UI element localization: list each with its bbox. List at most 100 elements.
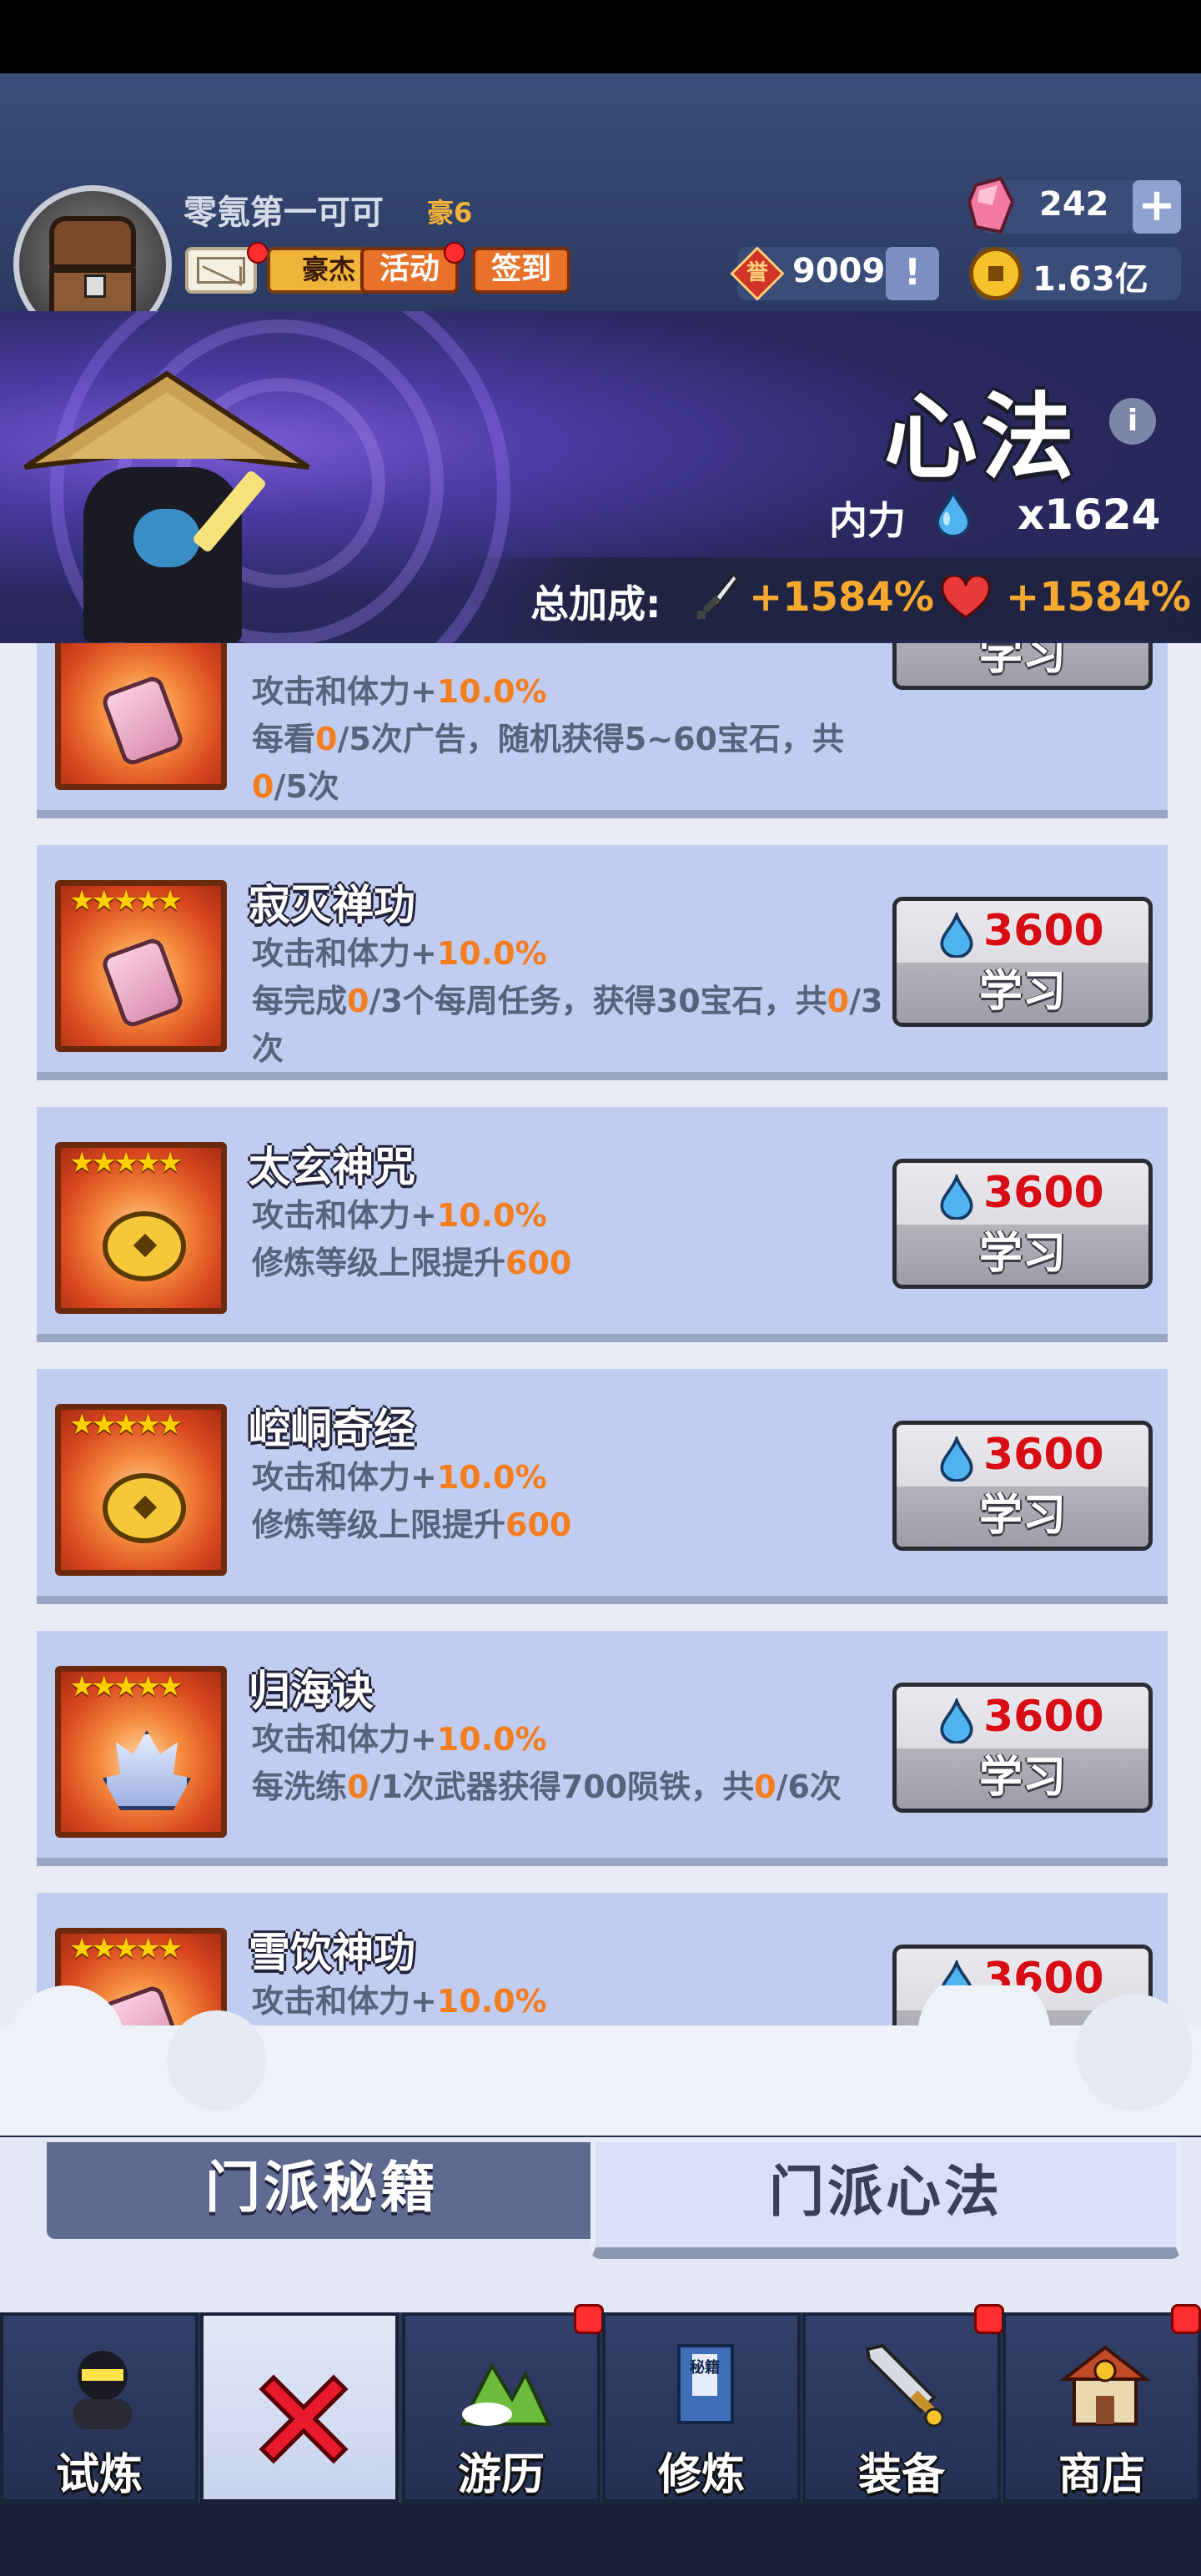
book-text-top: 秘籍 — [690, 2358, 720, 2377]
cloud-decoration — [0, 1985, 1201, 2136]
ninja-icon — [73, 2351, 132, 2429]
learn-button[interactable]: 3600 学习 — [892, 643, 1153, 690]
five-star-rating: ★★★★★ — [69, 1932, 183, 1965]
skill-description: 攻击和体力+10.0% 每看0/5次广告，随机获得5~60宝石，共0/5次 — [252, 673, 844, 805]
attack-icon — [697, 572, 737, 619]
tab-secret-books[interactable]: 门派秘籍 — [47, 2142, 597, 2239]
chest-latch — [84, 274, 106, 298]
water-drop-icon — [940, 913, 973, 958]
nav-equipment[interactable]: 装备 — [802, 2312, 1001, 2503]
water-drop-icon — [940, 1175, 973, 1220]
event-notification-dot — [444, 242, 465, 264]
water-drop-icon — [935, 489, 972, 537]
skill-card: 攻击和体力+10.0% 每看0/5次广告，随机获得5~60宝石，共0/5次 36… — [37, 643, 1168, 818]
nav-cultivate[interactable]: 秘籍 修炼 — [602, 2312, 801, 2503]
heart-icon — [941, 576, 991, 619]
learn-button[interactable]: 3600 学习 — [892, 1421, 1153, 1551]
skill-title: 雪饮神功 — [249, 1929, 415, 1977]
gem-icon — [99, 935, 186, 1030]
gem-count: 242 — [1039, 185, 1109, 224]
bonus-hp-value: +1584% — [1006, 574, 1191, 621]
learn-label: 学习 — [897, 1487, 1148, 1547]
skill-card: ★★★★★ 寂灭禅功 攻击和体力+10.0% 每完成0/3个每周任务，获得30宝… — [37, 845, 1168, 1080]
honor-icon-glyph: 誉 — [746, 260, 768, 285]
honor-count: 9009 — [792, 252, 886, 290]
sword-shield-icon — [865, 2343, 944, 2428]
crystal-icon — [103, 1730, 191, 1810]
nav-travel[interactable]: 游历 — [402, 2312, 600, 2503]
nav-shop[interactable]: 商店 — [1003, 2312, 1201, 2503]
five-star-rating: ★★★★★ — [69, 1146, 183, 1180]
skill-icon: ★★★★★ — [55, 1142, 227, 1314]
bonus-label: 总加成: — [530, 581, 661, 626]
status-bar — [0, 0, 1201, 73]
page-title: 心法 — [884, 384, 1078, 492]
gem-icon — [99, 673, 186, 768]
bonus-attack-value: +1584% — [749, 574, 934, 621]
nav-label: 试炼 — [55, 2450, 143, 2500]
skill-card: ★★★★★ 归海诀 攻击和体力+10.0% 每洗练0/1次武器获得700陨铁，共… — [37, 1631, 1168, 1866]
five-star-rating: ★★★★★ — [69, 1408, 183, 1441]
nav-label: 装备 — [857, 2450, 945, 2500]
skill-description: 攻击和体力+10.0% 修炼等级上限提升600 — [252, 1197, 572, 1281]
mail-notification-dot — [247, 242, 269, 264]
learn-cost: 3600 — [983, 1430, 1104, 1480]
skill-icon: ★★★★★ — [55, 880, 227, 1052]
info-icon[interactable]: i — [1109, 398, 1156, 445]
learn-label: 学习 — [897, 1748, 1148, 1809]
skill-description: 攻击和体力+10.0% 每完成0/3个每周任务，获得30宝石，共0/3次 — [252, 935, 883, 1067]
water-drop-icon — [940, 1698, 973, 1743]
coin-icon — [969, 247, 1023, 300]
coin-icon — [103, 1211, 186, 1281]
nav-label: 游历 — [457, 2450, 545, 2500]
skill-icon: ★★★★★ — [55, 1666, 227, 1838]
coin-count: 1.63亿 — [1033, 260, 1148, 299]
coin-icon — [103, 1473, 186, 1543]
username: 零氪第一可可 — [183, 194, 384, 232]
learn-button[interactable]: 3600 学习 — [892, 1683, 1153, 1813]
close-icon[interactable] — [245, 2361, 362, 2478]
shop-notification-dot — [1171, 2304, 1201, 2334]
book-icon: 秘籍 — [677, 2344, 734, 2424]
learn-label: 学习 — [897, 1225, 1148, 1285]
nav-trial[interactable]: 试炼 — [0, 2312, 198, 2503]
skill-description: 攻击和体力+10.0% 修炼等级上限提升600 — [252, 1459, 572, 1543]
skill-description: 攻击和体力+10.0% 每洗练0/1次武器获得700陨铁，共0/6次 — [252, 1721, 842, 1805]
learn-button[interactable]: 3600 学习 — [892, 897, 1153, 1027]
travel-notification-dot — [574, 2304, 604, 2334]
add-gems-button[interactable]: + — [1133, 180, 1181, 234]
nav-label: 修炼 — [657, 2450, 745, 2500]
five-star-rating: ★★★★★ — [69, 884, 183, 918]
checkin-button[interactable]: 签到 — [472, 247, 570, 294]
water-drop-icon — [940, 1436, 973, 1482]
skill-title: 归海诀 — [249, 1667, 374, 1715]
learn-label: 学习 — [897, 963, 1148, 1023]
five-star-rating: ★★★★★ — [69, 1670, 183, 1703]
skill-card: ★★★★★ 崆峒奇经 攻击和体力+10.0% 修炼等级上限提升600 3600 … — [37, 1369, 1168, 1604]
bottom-safe-area — [0, 2503, 1201, 2576]
tab-mind-methods[interactable]: 门派心法 — [590, 2137, 1181, 2259]
learn-cost: 3600 — [983, 1692, 1104, 1742]
gem-icon — [967, 177, 1015, 234]
honor-info-button[interactable]: ! — [886, 247, 939, 300]
neili-value: x1624 — [1018, 491, 1161, 539]
skill-list[interactable]: 攻击和体力+10.0% 每看0/5次广告，随机获得5~60宝石，共0/5次 36… — [0, 643, 1201, 2028]
mail-icon — [197, 257, 245, 284]
nav-label: 商店 — [1058, 2450, 1145, 2500]
skill-title: 崆峒奇经 — [249, 1405, 415, 1453]
skill-icon — [55, 643, 227, 790]
learn-cost: 3600 — [983, 906, 1104, 956]
vip-badge: 豪6 — [427, 197, 473, 229]
neili-label: 内力 — [829, 498, 906, 543]
shop-icon — [1059, 2345, 1151, 2426]
learn-label: 学习 — [897, 643, 1148, 686]
skill-title: 太玄神咒 — [249, 1143, 415, 1191]
skill-title: 寂灭禅功 — [249, 881, 415, 929]
skill-icon: ★★★★★ — [55, 1404, 227, 1576]
skill-card: ★★★★★ 太玄神咒 攻击和体力+10.0% 修炼等级上限提升600 3600 … — [37, 1107, 1168, 1342]
chest-lid — [49, 216, 136, 269]
ninja-face — [133, 509, 200, 567]
learn-button[interactable]: 3600 学习 — [892, 1159, 1153, 1289]
mountain-icon — [459, 2362, 550, 2426]
equipment-notification-dot — [974, 2304, 1004, 2334]
